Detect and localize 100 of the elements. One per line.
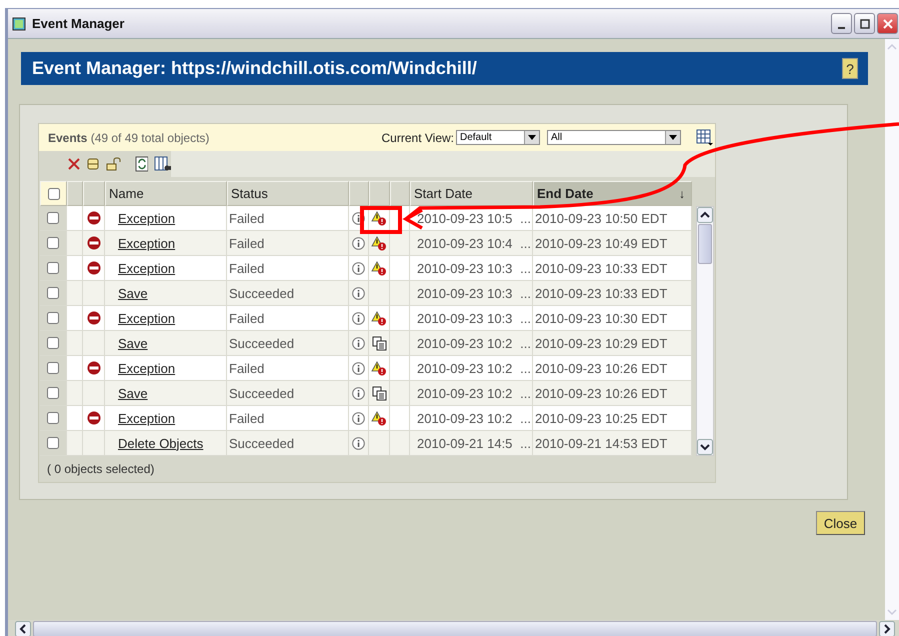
maximize-icon bbox=[860, 18, 870, 28]
row-checkbox[interactable] bbox=[47, 362, 59, 374]
event-link[interactable]: Exception bbox=[105, 260, 176, 276]
column-header[interactable]: Status bbox=[227, 181, 349, 206]
row-checkbox[interactable] bbox=[47, 212, 59, 224]
row-checkbox[interactable] bbox=[47, 287, 59, 299]
select-all-checkbox[interactable] bbox=[48, 188, 60, 200]
event-link[interactable]: Delete Objects bbox=[105, 436, 204, 450]
selection-count: ( 0 objects selected) bbox=[47, 462, 154, 476]
info-icon[interactable] bbox=[352, 436, 365, 450]
status-text: Failed bbox=[228, 310, 264, 326]
table-view-icon[interactable] bbox=[696, 129, 713, 146]
status-text: Failed bbox=[228, 210, 264, 226]
status-text: Failed bbox=[228, 360, 264, 376]
maximize-button[interactable] bbox=[854, 13, 875, 34]
documents-icon[interactable] bbox=[372, 336, 386, 350]
more-indicator: ... bbox=[519, 286, 532, 300]
info-icon[interactable] bbox=[352, 386, 365, 400]
warning-icon[interactable] bbox=[371, 236, 387, 250]
column-header[interactable]: Start Date bbox=[410, 181, 533, 206]
warning-icon[interactable] bbox=[371, 360, 387, 376]
row-checkbox[interactable] bbox=[47, 412, 59, 424]
more-indicator: ... bbox=[519, 210, 532, 226]
column-find-icon[interactable] bbox=[154, 156, 171, 172]
documents-icon[interactable] bbox=[372, 386, 386, 400]
more-indicator: ... bbox=[519, 260, 532, 276]
close-window-button[interactable] bbox=[877, 13, 898, 34]
page-title: Event Manager: https://windchill.otis.com/Windchill/ bbox=[32, 58, 477, 79]
start-date: 2010-09-23 10:2 bbox=[416, 410, 512, 426]
more-indicator: ... bbox=[519, 436, 532, 450]
help-button[interactable]: ? bbox=[842, 58, 858, 79]
more-indicator: ... bbox=[519, 386, 532, 400]
event-link[interactable]: Save bbox=[105, 286, 148, 300]
panel-title: Events (49 of 49 total objects) bbox=[48, 130, 210, 144]
close-icon bbox=[882, 18, 892, 28]
scroll-left-icon[interactable] bbox=[15, 621, 31, 636]
end-date: 2010-09-23 10:33 EDT bbox=[534, 286, 668, 300]
sort-indicator: ↓ bbox=[679, 186, 685, 200]
table-scrollbar[interactable] bbox=[696, 206, 714, 456]
more-indicator: ... bbox=[519, 336, 532, 350]
column-header[interactable]: Name bbox=[105, 181, 227, 206]
scroll-thumb[interactable] bbox=[698, 224, 712, 264]
row-checkbox[interactable] bbox=[47, 262, 59, 274]
warning-icon[interactable] bbox=[371, 410, 387, 426]
row-checkbox[interactable] bbox=[47, 387, 59, 399]
end-date: 2010-09-21 14:53 EDT bbox=[534, 436, 668, 450]
info-icon[interactable] bbox=[352, 362, 365, 374]
info-icon[interactable] bbox=[352, 336, 365, 350]
delete-icon[interactable] bbox=[67, 157, 80, 171]
row-checkbox[interactable] bbox=[47, 437, 59, 449]
info-icon[interactable] bbox=[352, 312, 365, 324]
start-date: 2010-09-23 10:5 bbox=[416, 210, 512, 226]
status-text: Succeeded bbox=[228, 336, 294, 350]
scroll-down-icon[interactable] bbox=[697, 439, 713, 455]
event-link[interactable]: Save bbox=[105, 386, 148, 400]
end-date: 2010-09-23 10:49 EDT bbox=[534, 236, 668, 250]
row-checkbox[interactable] bbox=[47, 312, 59, 324]
warning-icon[interactable] bbox=[371, 260, 387, 276]
event-link[interactable]: Save bbox=[105, 336, 148, 350]
warning-icon[interactable] bbox=[371, 310, 387, 326]
warning-icon[interactable] bbox=[371, 210, 387, 226]
column-header[interactable]: End Date ↓ bbox=[533, 181, 692, 206]
highlight-box bbox=[360, 206, 402, 234]
info-icon[interactable] bbox=[352, 262, 365, 274]
filter-dropdown[interactable]: All bbox=[547, 130, 681, 145]
close-button[interactable]: Close bbox=[816, 511, 865, 535]
start-date: 2010-09-23 10:3 bbox=[416, 260, 512, 276]
info-icon[interactable] bbox=[352, 236, 365, 250]
start-date: 2010-09-23 10:4 bbox=[416, 236, 512, 250]
info-icon[interactable] bbox=[352, 286, 365, 300]
status-text: Succeeded bbox=[228, 386, 294, 400]
start-date: 2010-09-21 14:5 bbox=[416, 436, 512, 450]
more-indicator: ... bbox=[519, 310, 532, 326]
event-link[interactable]: Exception bbox=[105, 360, 176, 376]
minimize-button[interactable] bbox=[831, 13, 852, 34]
event-link[interactable]: Exception bbox=[105, 410, 176, 426]
row-checkbox[interactable] bbox=[47, 237, 59, 249]
start-date: 2010-09-23 10:3 bbox=[416, 310, 512, 326]
unlock-icon[interactable] bbox=[106, 157, 121, 171]
dropdown-arrow-icon bbox=[528, 135, 536, 140]
event-link[interactable]: Exception bbox=[105, 210, 176, 226]
status-text: Succeeded bbox=[228, 286, 294, 300]
info-icon[interactable] bbox=[352, 412, 365, 424]
minimize-icon bbox=[838, 26, 845, 28]
lock-icon[interactable] bbox=[86, 157, 100, 171]
scroll-right-icon[interactable] bbox=[879, 621, 895, 636]
status-text: Failed bbox=[228, 410, 264, 426]
more-indicator: ... bbox=[519, 236, 532, 250]
refresh-icon[interactable] bbox=[134, 156, 148, 172]
row-checkbox[interactable] bbox=[47, 337, 59, 349]
scroll-up-icon[interactable] bbox=[697, 207, 713, 223]
end-date: 2010-09-23 10:26 EDT bbox=[534, 386, 668, 400]
view-dropdown[interactable]: Default bbox=[456, 130, 540, 145]
start-date: 2010-09-23 10:2 bbox=[416, 360, 512, 376]
end-date: 2010-09-23 10:30 EDT bbox=[534, 310, 668, 326]
event-link[interactable]: Exception bbox=[105, 310, 176, 326]
event-link[interactable]: Exception bbox=[105, 236, 176, 250]
window-icon bbox=[12, 16, 26, 30]
status-text: Succeeded bbox=[228, 436, 294, 450]
end-date: 2010-09-23 10:29 EDT bbox=[534, 336, 668, 350]
